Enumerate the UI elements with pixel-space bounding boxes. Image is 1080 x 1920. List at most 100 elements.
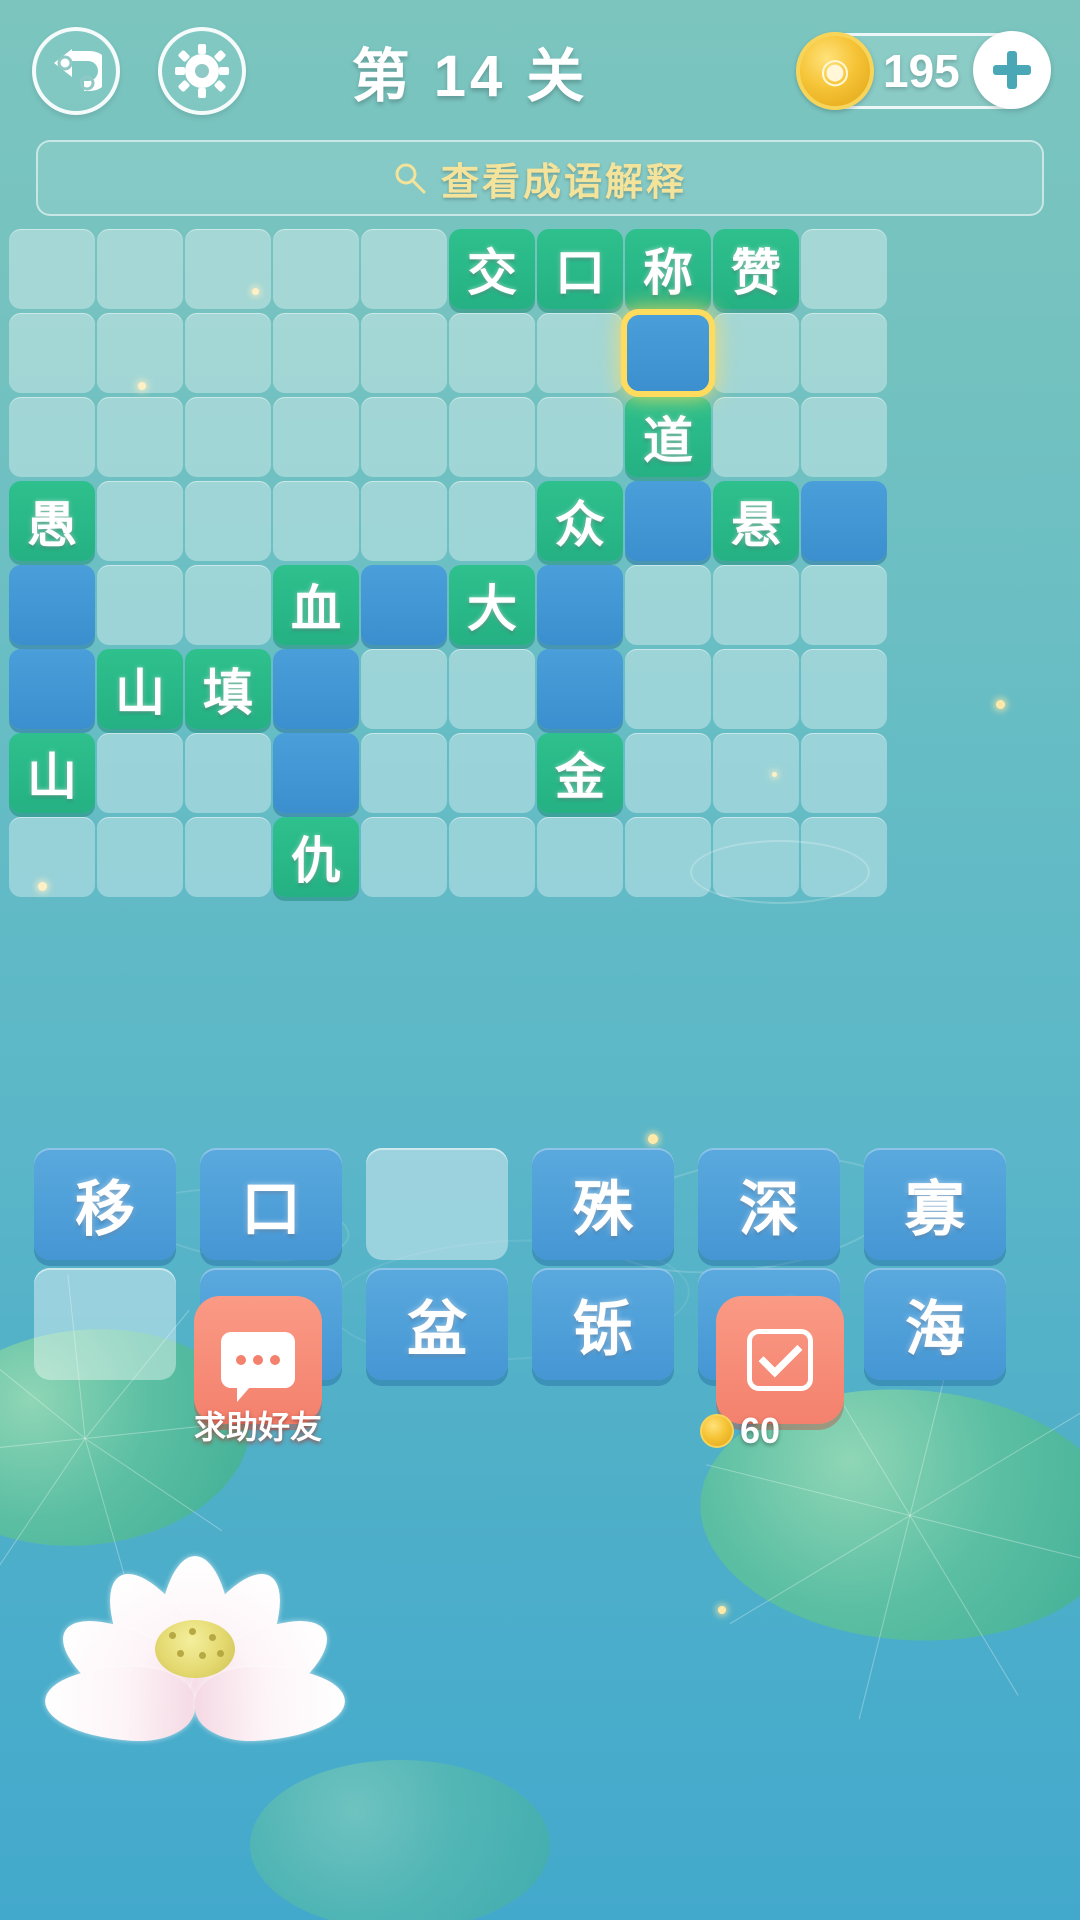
add-coins-button[interactable]: [973, 31, 1051, 109]
board-cell-empty: [449, 481, 535, 561]
board-cell-filled[interactable]: 道: [625, 397, 711, 477]
board-row: 道: [8, 396, 1072, 480]
board-cell-empty: [185, 733, 271, 813]
board-cell-filled[interactable]: 口: [537, 229, 623, 309]
board-cell-filled[interactable]: 交: [449, 229, 535, 309]
show-answer-cost: 60: [700, 1408, 870, 1454]
action-bar: 求助好友 60: [0, 1290, 1080, 1470]
rack-tile[interactable]: 深: [698, 1148, 840, 1260]
rack-tile[interactable]: 口: [200, 1148, 342, 1260]
board-cell-empty: [361, 313, 447, 393]
board-cell-empty: [801, 313, 887, 393]
board-cell-slot[interactable]: [9, 649, 95, 729]
board-cell-filled[interactable]: 大: [449, 565, 535, 645]
board-row: 血大: [8, 564, 1072, 648]
board-cell-empty: [537, 397, 623, 477]
board-cell-filled[interactable]: 山: [9, 733, 95, 813]
board-row: 仇: [8, 816, 1072, 900]
board-cell-empty: [449, 817, 535, 897]
board-cell-empty: [713, 733, 799, 813]
board-cell-slot[interactable]: [9, 565, 95, 645]
gear-icon: [175, 44, 229, 98]
rack-tile[interactable]: 移: [34, 1148, 176, 1260]
board-cell-empty: [185, 397, 271, 477]
board-cell-empty: [801, 817, 887, 897]
board-cell-empty: [9, 229, 95, 309]
board-cell-filled[interactable]: 填: [185, 649, 271, 729]
board-cell-slot[interactable]: [621, 309, 715, 397]
board-cell-filled[interactable]: 金: [537, 733, 623, 813]
show-answer-button[interactable]: [716, 1296, 844, 1424]
board-cell-empty: [97, 313, 183, 393]
board-cell-empty: [713, 817, 799, 897]
board-cell-empty: [361, 481, 447, 561]
board-cell-slot[interactable]: [273, 649, 359, 729]
board-cell-empty: [713, 649, 799, 729]
board-cell-empty: [273, 481, 359, 561]
board-cell-empty: [801, 397, 887, 477]
board-cell-filled[interactable]: 愚: [9, 481, 95, 561]
board-cell-filled[interactable]: 山: [97, 649, 183, 729]
board-cell-empty: [97, 397, 183, 477]
view-idiom-explanation-label: 查看成语解释: [440, 161, 687, 204]
coin-icon: [700, 1414, 734, 1448]
board-cell-empty: [449, 313, 535, 393]
board-cell-empty: [801, 733, 887, 813]
board-cell-empty: [9, 397, 95, 477]
settings-button[interactable]: [158, 27, 246, 115]
board-cell-empty: [625, 733, 711, 813]
board-cell-empty: [185, 481, 271, 561]
board-cell-slot[interactable]: [273, 733, 359, 813]
board-cell-empty: [185, 229, 271, 309]
board-cell-empty: [185, 817, 271, 897]
board-cell-empty: [361, 733, 447, 813]
puzzle-board[interactable]: 交口称赞道愚众悬血大山填山金仇: [8, 228, 1072, 900]
board-cell-filled[interactable]: 血: [273, 565, 359, 645]
board-cell-filled[interactable]: 众: [537, 481, 623, 561]
coin-value: 195: [883, 45, 960, 97]
board-cell-empty: [97, 229, 183, 309]
board-cell-empty: [537, 817, 623, 897]
board-cell-slot[interactable]: [361, 565, 447, 645]
board-cell-empty: [273, 313, 359, 393]
board-cell-slot[interactable]: [801, 481, 887, 561]
rack-tile[interactable]: 寡: [864, 1148, 1006, 1260]
board-cell-empty: [801, 229, 887, 309]
board-cell-empty: [625, 817, 711, 897]
back-arrow-icon: [54, 49, 102, 91]
sparkle-icon: [648, 1134, 658, 1144]
board-cell-empty: [713, 565, 799, 645]
board-row: [8, 309, 1072, 397]
board-row: 山填: [8, 648, 1072, 732]
board-cell-empty: [97, 481, 183, 561]
board-cell-filled[interactable]: 称: [625, 229, 711, 309]
coin-counter[interactable]: ◉ 195: [796, 31, 1051, 110]
rack-tile[interactable]: 殊: [532, 1148, 674, 1260]
board-cell-empty: [185, 313, 271, 393]
board-cell-empty: [185, 565, 271, 645]
board-cell-slot[interactable]: [625, 481, 711, 561]
board-cell-filled[interactable]: 赞: [713, 229, 799, 309]
board-cell-empty: [361, 397, 447, 477]
board-cell-empty: [361, 649, 447, 729]
ask-friend-label: 求助好友: [193, 1409, 322, 1445]
board-cell-empty: [801, 649, 887, 729]
show-answer-cost-value: 60: [740, 1410, 781, 1451]
view-idiom-explanation-button[interactable]: 查看成语解释: [36, 140, 1044, 216]
rack-row: 移口 殊深寡: [22, 1146, 1062, 1266]
board-row: 愚众悬: [8, 480, 1072, 564]
sparkle-icon: [718, 1606, 726, 1614]
board-cell-slot[interactable]: [537, 565, 623, 645]
board-cell-slot[interactable]: [537, 649, 623, 729]
board-cell-empty: [713, 397, 799, 477]
board-cell-empty: [97, 817, 183, 897]
board-cell-filled[interactable]: 仇: [273, 817, 359, 897]
checkbox-icon: [747, 1329, 813, 1391]
board-cell-filled[interactable]: 悬: [713, 481, 799, 561]
back-button[interactable]: [32, 27, 120, 115]
board-cell-empty: [449, 397, 535, 477]
lily-pad: [250, 1760, 550, 1920]
board-cell-empty: [273, 397, 359, 477]
board-cell-empty: [97, 565, 183, 645]
board-cell-empty: [625, 565, 711, 645]
